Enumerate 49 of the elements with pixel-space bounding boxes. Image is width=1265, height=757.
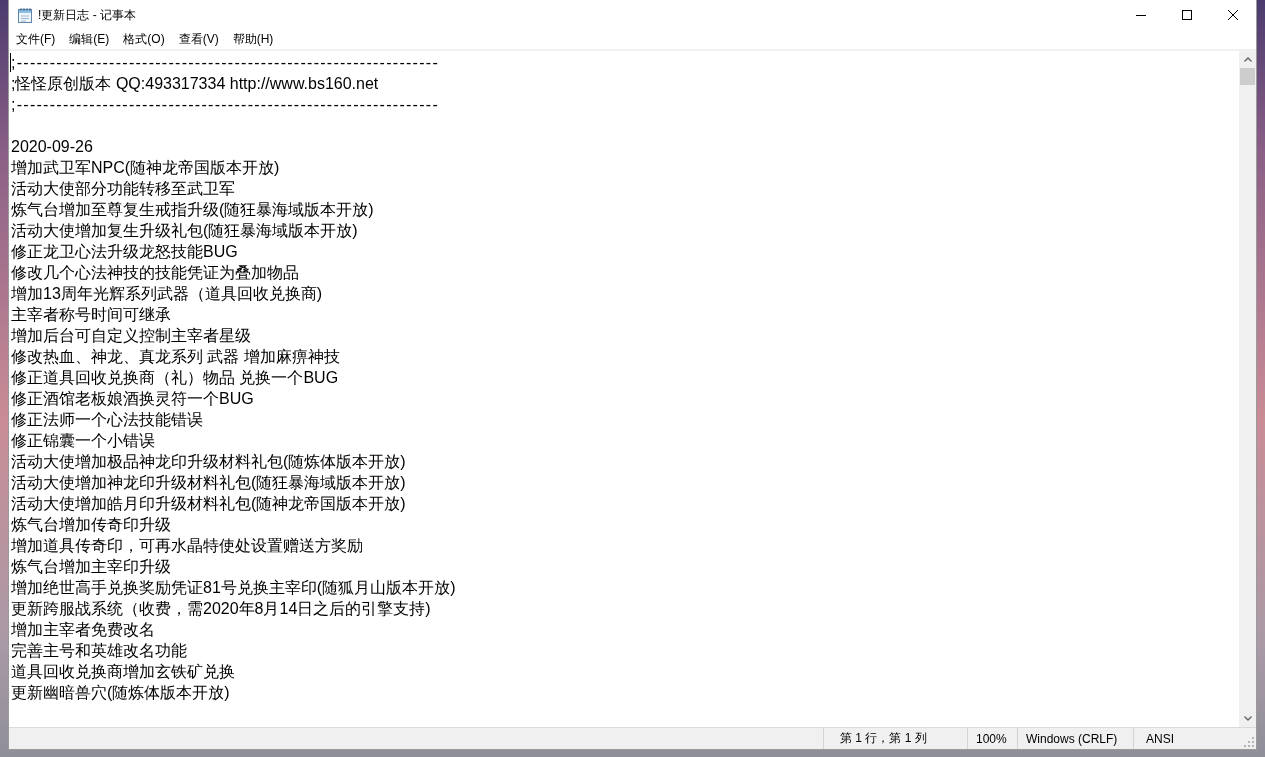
text-line: 修改几个心法神技的技能凭证为叠加物品 xyxy=(11,263,299,283)
text-line: ;怪怪原创版本 QQ:493317334 http://www.bs160.net xyxy=(11,74,379,94)
menu-item[interactable]: 格式(O) xyxy=(116,30,172,49)
chevron-up-icon xyxy=(1243,57,1252,62)
text-line: 增加武卫军NPC(随神龙帝国版本开放) xyxy=(11,158,280,178)
menu-item[interactable]: 文件(F) xyxy=(9,30,63,49)
text-line: 更新跨服战系统（收费，需2020年8月14日之后的引擎支持) xyxy=(11,599,431,619)
status-text: Windows (CRLF) xyxy=(1026,731,1118,746)
status-text: 第 1 行，第 1 列 xyxy=(840,730,927,747)
text-line: ;---------------------------------------------------------------- xyxy=(11,53,439,73)
text-line: 更新幽暗兽穴(随炼体版本开放) xyxy=(11,683,230,703)
text-line: 活动大使增加复生升级礼包(随狂暴海域版本开放) xyxy=(11,221,358,241)
text-line: 主宰者称号时间可继承 xyxy=(11,305,171,325)
text-line: 增加绝世高手兑换奖励凭证81号兑换主宰印(随狐月山版本开放) xyxy=(11,578,456,598)
text-line: 活动大使部分功能转移至武卫军 xyxy=(11,179,235,199)
text-line: 炼气台增加传奇印升级 xyxy=(11,515,171,535)
status-text: 100% xyxy=(976,731,1007,746)
text-line: 增加主宰者免费改名 xyxy=(11,620,155,640)
text-line: 增加后台可自定义控制主宰者星级 xyxy=(11,326,251,346)
resize-grip-icon[interactable] xyxy=(1244,737,1254,747)
text-line: 修正锦囊一个小错误 xyxy=(11,431,155,451)
text-line: 完善主号和英雄改名功能 xyxy=(11,641,187,661)
window-title: !更新日志 - 记事本 xyxy=(38,7,136,23)
text-line: 道具回收兑换商增加玄铁矿兑换 xyxy=(11,662,235,682)
text-line: 活动大使增加极品神龙印升级材料礼包(随炼体版本开放) xyxy=(11,452,406,472)
status-text: ANSI xyxy=(1146,731,1174,746)
text-line: 修正道具回收兑换商（礼）物品 兑换一个BUG xyxy=(11,368,339,388)
minimize-icon xyxy=(1136,14,1146,16)
text-cursor xyxy=(10,53,11,72)
menu-item[interactable]: 编辑(E) xyxy=(62,30,117,49)
text-line: 修正龙卫心法升级龙怒技能BUG xyxy=(11,242,238,262)
text-line: 炼气台增加至尊复生戒指升级(随狂暴海域版本开放) xyxy=(11,200,374,220)
maximize-icon xyxy=(1182,10,1192,20)
text-line: 修正酒馆老板娘酒换灵符一个BUG xyxy=(11,389,254,409)
text-line: 修改热血、神龙、真龙系列 武器 增加麻痹神技 xyxy=(11,347,340,367)
text-line: 活动大使增加皓月印升级材料礼包(随神龙帝国版本开放) xyxy=(11,494,406,514)
text-line: 活动大使增加神龙印升级材料礼包(随狂暴海域版本开放) xyxy=(11,473,406,493)
menu-item[interactable]: 查看(V) xyxy=(171,30,226,49)
menu-item[interactable]: 帮助(H) xyxy=(225,30,281,49)
text-line: 2020-09-26 xyxy=(11,137,93,157)
notepad-icon xyxy=(17,7,33,23)
chevron-down-icon xyxy=(1243,716,1252,721)
text-line: 增加道具传奇印，可再水晶特使处设置赠送方奖励 xyxy=(11,536,363,556)
text-line: 修正法师一个心法技能错误 xyxy=(11,410,203,430)
scrollbar-thumb[interactable] xyxy=(1240,68,1255,85)
text-line: 增加13周年光辉系列武器（道具回收兑换商) xyxy=(11,284,323,304)
close-icon xyxy=(1228,10,1238,20)
text-line: 炼气台增加主宰印升级 xyxy=(11,557,171,577)
text-line: ;---------------------------------------------------------------- xyxy=(11,95,439,115)
